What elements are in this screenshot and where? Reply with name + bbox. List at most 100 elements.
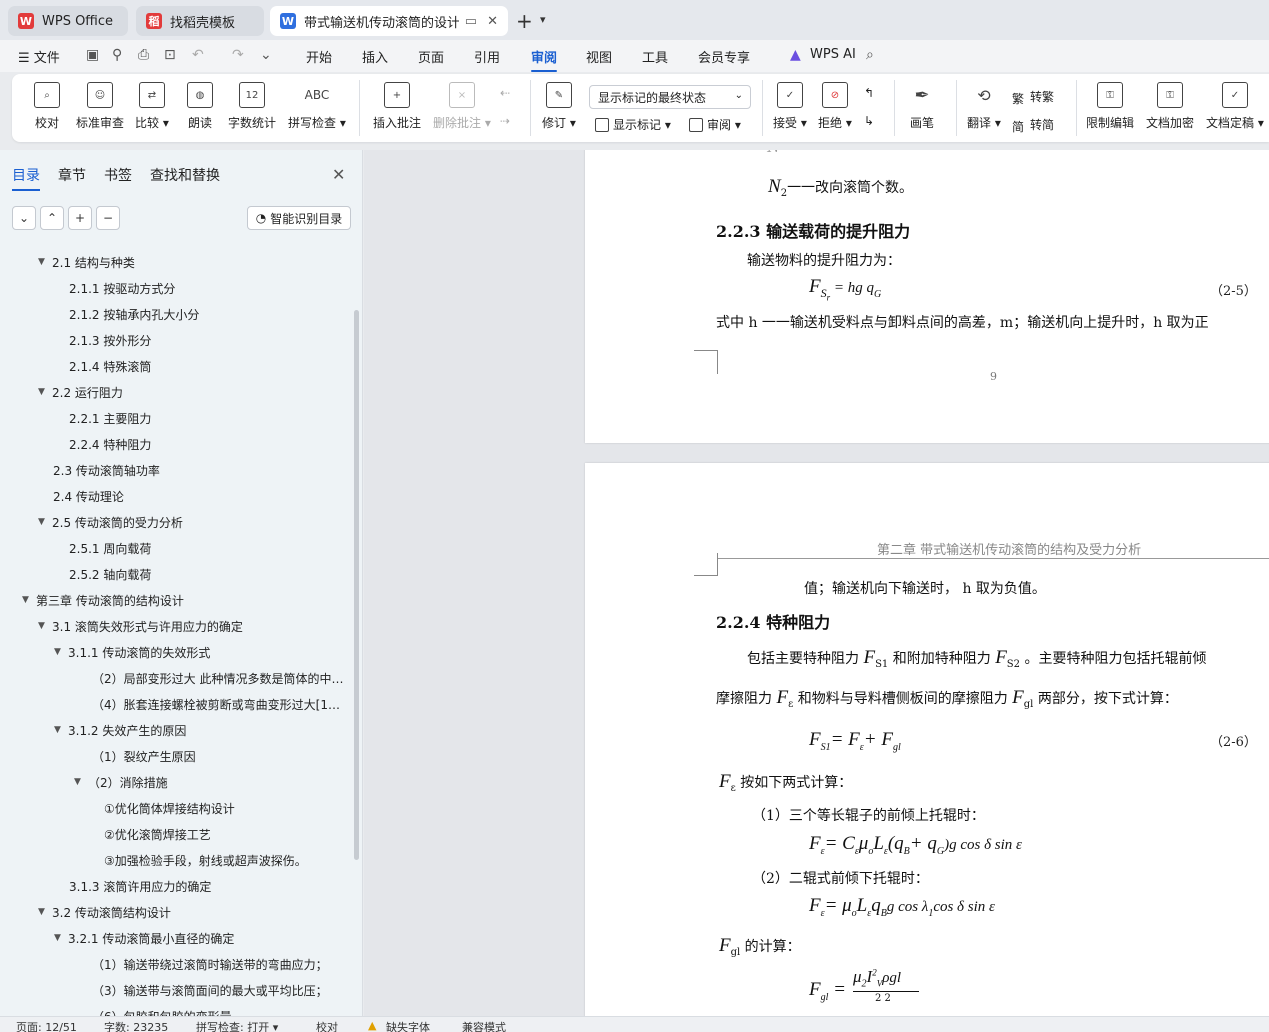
revise-button[interactable]: ✎ 修订 ▾: [542, 82, 576, 131]
chevron-down-icon[interactable]: ▾: [540, 13, 546, 26]
undo-icon[interactable]: ↶: [192, 47, 204, 63]
toc-item[interactable]: （1）输送带绕过滚筒时输送带的弯曲应力；: [92, 954, 328, 974]
compare-button[interactable]: ⇄ 比较 ▾: [135, 82, 169, 131]
expand-triangle-icon[interactable]: ▼: [38, 621, 52, 631]
document-canvas[interactable]: N N2一一改向滚筒个数。 2.2.3 输送载荷的提升阻力 输送物料的提升阻力为…: [364, 150, 1269, 1016]
expand-triangle-icon[interactable]: ▼: [22, 595, 36, 605]
proofread-button[interactable]: ⌕ 校对: [34, 82, 60, 131]
share-icon[interactable]: ⚲: [112, 47, 122, 63]
restrict-edit-button[interactable]: ⚿ 限制编辑: [1086, 82, 1134, 131]
remove-heading-button[interactable]: −: [96, 206, 120, 230]
tab-document[interactable]: W 带式输送机传动滚筒的设计 说 ▭ ✕: [270, 6, 508, 36]
print-icon[interactable]: ⎙: [138, 47, 149, 63]
toc-item[interactable]: ②优化滚筒焊接工艺: [104, 824, 211, 844]
expand-triangle-icon[interactable]: ▼: [38, 517, 52, 527]
expand-triangle-icon[interactable]: ▼: [74, 777, 88, 787]
status-proofread[interactable]: 校对: [316, 1019, 338, 1032]
panel-tab-toc[interactable]: 目录: [12, 165, 40, 191]
accept-button[interactable]: ✓ 接受 ▾: [773, 82, 807, 131]
toc-item[interactable]: 2.1.4 特殊滚筒: [69, 356, 151, 376]
menu-page[interactable]: 页面: [418, 47, 444, 66]
status-missing-font[interactable]: 缺失字体: [386, 1019, 430, 1032]
next-comment-icon[interactable]: ⇢: [500, 114, 510, 128]
prev-comment-icon[interactable]: ⇠: [500, 86, 510, 100]
to-traditional-button[interactable]: 繁转繁: [1012, 88, 1054, 106]
status-spell-check[interactable]: 拼写检查: 打开 ▾: [196, 1019, 278, 1032]
menu-insert[interactable]: 插入: [362, 47, 388, 66]
toc-item[interactable]: （1）裂纹产生原因: [92, 746, 196, 766]
delete-comment-button[interactable]: × 删除批注 ▾: [433, 82, 491, 131]
translate-button[interactable]: ⟲ 翻译 ▾: [967, 82, 1001, 131]
toc-item[interactable]: 2.4 传动理论: [53, 486, 124, 506]
panel-tab-bookmarks[interactable]: 书签: [104, 165, 132, 185]
standard-review-button[interactable]: ☺ 标准审查: [76, 82, 124, 131]
expand-triangle-icon[interactable]: ▼: [38, 257, 52, 267]
reject-button[interactable]: ⊘ 拒绝 ▾: [818, 82, 852, 131]
toc-item[interactable]: 2.2.1 主要阻力: [69, 408, 151, 428]
close-tab-icon[interactable]: ✕: [487, 14, 498, 29]
panel-scrollbar[interactable]: [354, 310, 359, 860]
toc-item[interactable]: ▼ 第三章 传动滚筒的结构设计: [22, 590, 184, 610]
toc-item[interactable]: 2.1.2 按轴承内孔大小分: [69, 304, 199, 324]
menu-reference[interactable]: 引用: [474, 47, 500, 66]
menu-review[interactable]: 审阅: [531, 47, 558, 72]
menu-member[interactable]: 会员专享: [698, 47, 750, 66]
smart-toc-button[interactable]: ◔ 智能识别目录: [247, 206, 351, 230]
markup-state-select[interactable]: 显示标记的最终状态 ⌄: [589, 85, 751, 109]
toc-item[interactable]: 2.2.4 特种阻力: [69, 434, 151, 454]
toc-item[interactable]: ▼ 3.1 滚筒失效形式与许用应力的确定: [38, 616, 243, 636]
toc-item[interactable]: ▼ 2.5 传动滚筒的受力分析: [38, 512, 183, 532]
encrypt-button[interactable]: ⚿ 文档加密: [1146, 82, 1194, 131]
menu-tools[interactable]: 工具: [642, 47, 668, 66]
more-chevron-icon[interactable]: ⌄: [260, 47, 272, 63]
tab-template[interactable]: 稻 找稻壳模板: [136, 6, 264, 36]
toc-item[interactable]: 2.1.3 按外形分: [69, 330, 151, 350]
toc-item[interactable]: （3）输送带与滚筒面间的最大或平均比压；: [92, 980, 328, 1000]
toc-item[interactable]: 2.1.1 按驱动方式分: [69, 278, 175, 298]
word-count-button[interactable]: 12 字数统计: [228, 82, 276, 131]
print-preview-icon[interactable]: ⊡: [164, 47, 176, 63]
toc-item[interactable]: （4）胀套连接螺栓被剪断或弯曲变形过大[15]...: [92, 694, 346, 714]
wps-ai-button[interactable]: WPS AI: [810, 47, 856, 62]
next-change-icon[interactable]: ↳: [864, 114, 874, 128]
toc-item[interactable]: ▼ （2）消除措施: [74, 772, 168, 792]
expand-triangle-icon[interactable]: ▼: [54, 725, 68, 735]
toc-item[interactable]: ①优化筒体焊接结构设计: [104, 798, 235, 818]
close-icon[interactable]: ✕: [332, 165, 345, 184]
expand-triangle-icon[interactable]: ▼: [38, 907, 52, 917]
file-menu[interactable]: ☰ 文件: [18, 47, 60, 66]
toc-item[interactable]: ▼ 3.1.2 失效产生的原因: [54, 720, 186, 740]
status-word-count[interactable]: 字数: 23235: [104, 1019, 168, 1032]
toc-item[interactable]: （6）包胶和包胶的变形量: [92, 1006, 232, 1017]
collapse-down-button[interactable]: ⌄: [12, 206, 36, 230]
prev-change-icon[interactable]: ↰: [864, 86, 874, 100]
expand-triangle-icon[interactable]: ▼: [38, 387, 52, 397]
to-simplified-button[interactable]: 简转简: [1012, 116, 1054, 134]
toc-item[interactable]: 2.5.2 轴向载荷: [69, 564, 151, 584]
panel-tab-sections[interactable]: 章节: [58, 165, 86, 185]
pen-button[interactable]: ✒ 画笔: [909, 82, 935, 131]
toc-item[interactable]: ③加强检验手段，射线或超声波探伤。: [104, 850, 307, 870]
toc-item[interactable]: ▼ 3.1.1 传动滚筒的失效形式: [54, 642, 210, 662]
toc-item[interactable]: ▼ 2.2 运行阻力: [38, 382, 123, 402]
redo-icon[interactable]: ↷: [232, 47, 244, 63]
toc-item[interactable]: 2.5.1 周向载荷: [69, 538, 151, 558]
new-tab-button[interactable]: +: [516, 9, 533, 33]
expand-triangle-icon[interactable]: ▼: [54, 933, 68, 943]
search-icon[interactable]: ⌕: [866, 47, 874, 63]
read-aloud-button[interactable]: ◍ 朗读: [187, 82, 213, 131]
tab-wps-office[interactable]: W WPS Office: [8, 6, 128, 36]
toc-item[interactable]: ▼ 3.2 传动滚筒结构设计: [38, 902, 171, 922]
show-markup-button[interactable]: 显示标记 ▾: [595, 116, 671, 133]
toc-item[interactable]: ▼ 3.2.1 传动滚筒最小直径的确定: [54, 928, 234, 948]
status-page[interactable]: 页面: 12/51: [16, 1019, 77, 1032]
finalize-button[interactable]: ✓ 文档定稿 ▾: [1206, 82, 1264, 131]
menu-view[interactable]: 视图: [586, 47, 612, 66]
expand-triangle-icon[interactable]: ▼: [54, 647, 68, 657]
review-pane-button[interactable]: 审阅 ▾: [689, 116, 741, 133]
insert-comment-button[interactable]: + 插入批注: [373, 82, 421, 131]
menu-start[interactable]: 开始: [306, 47, 332, 66]
save-icon[interactable]: ▣: [86, 47, 99, 63]
panel-tab-find-replace[interactable]: 查找和替换: [150, 165, 220, 185]
spell-check-button[interactable]: ABC 拼写检查 ▾: [288, 82, 346, 131]
